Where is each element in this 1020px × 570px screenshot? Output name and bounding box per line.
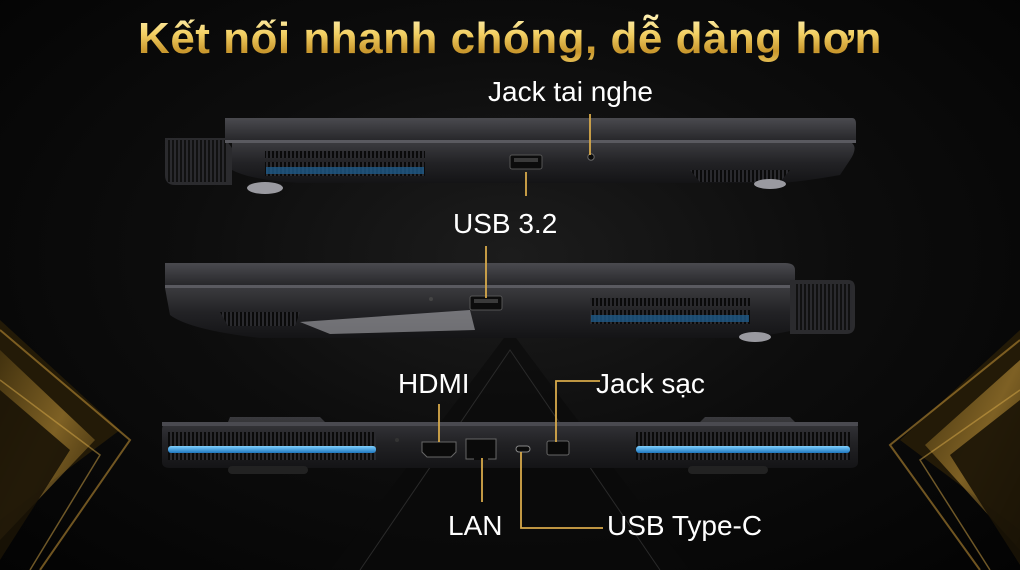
label-hdmi: HDMI [398, 368, 470, 399]
laptop-left-side [165, 263, 855, 342]
label-headphone-jack: Jack tai nghe [488, 76, 653, 107]
label-charging-jack: Jack sạc [596, 368, 705, 399]
label-lan: LAN [448, 510, 503, 541]
gold-corner-right [888, 330, 1020, 570]
label-usb-3-2: USB 3.2 [453, 208, 558, 239]
gold-corner-left [0, 320, 132, 570]
promo-banner: Kết nối nhanh chóng, dễ dàng hơn Jack ta… [0, 0, 1020, 570]
page-title: Kết nối nhanh chóng, dễ dàng hơn [0, 14, 1020, 64]
laptop-rear [162, 417, 858, 474]
label-usb-type-c: USB Type-C [607, 510, 763, 541]
laptop-right-side [165, 118, 856, 194]
